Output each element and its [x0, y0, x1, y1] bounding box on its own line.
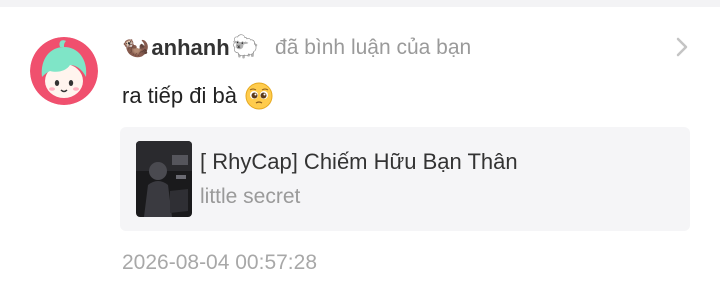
notification-header: 🦦 anhanh 🐑 đã bình luận của bạn: [122, 31, 471, 65]
chevron-right-icon[interactable]: [670, 35, 694, 59]
sheep-icon: 🐑: [231, 35, 260, 60]
otter-icon: 🦦: [122, 35, 150, 60]
album-cover-image: [136, 141, 192, 217]
song-title: [ RhyCap] Chiếm Hữu Bạn Thân: [200, 149, 518, 174]
username[interactable]: anhanh: [151, 35, 229, 61]
comment-notification[interactable]: 🦦 anhanh 🐑 đã bình luận của bạn ra tiếp …: [0, 7, 720, 308]
pleading-face-icon: [245, 82, 273, 110]
action-text: đã bình luận của bạn: [275, 36, 472, 59]
comment-text: ra tiếp đi bà: [122, 83, 237, 108]
top-divider: [0, 0, 720, 7]
comment-text-row: ra tiếp đi bà: [122, 79, 273, 113]
song-artist: little secret: [200, 185, 301, 208]
timestamp: 2026-08-04 00:57:28: [122, 251, 317, 274]
avatar[interactable]: [30, 37, 98, 105]
avatar-image: [30, 37, 98, 105]
song-card[interactable]: [ RhyCap] Chiếm Hữu Bạn Thân little secr…: [120, 127, 690, 231]
